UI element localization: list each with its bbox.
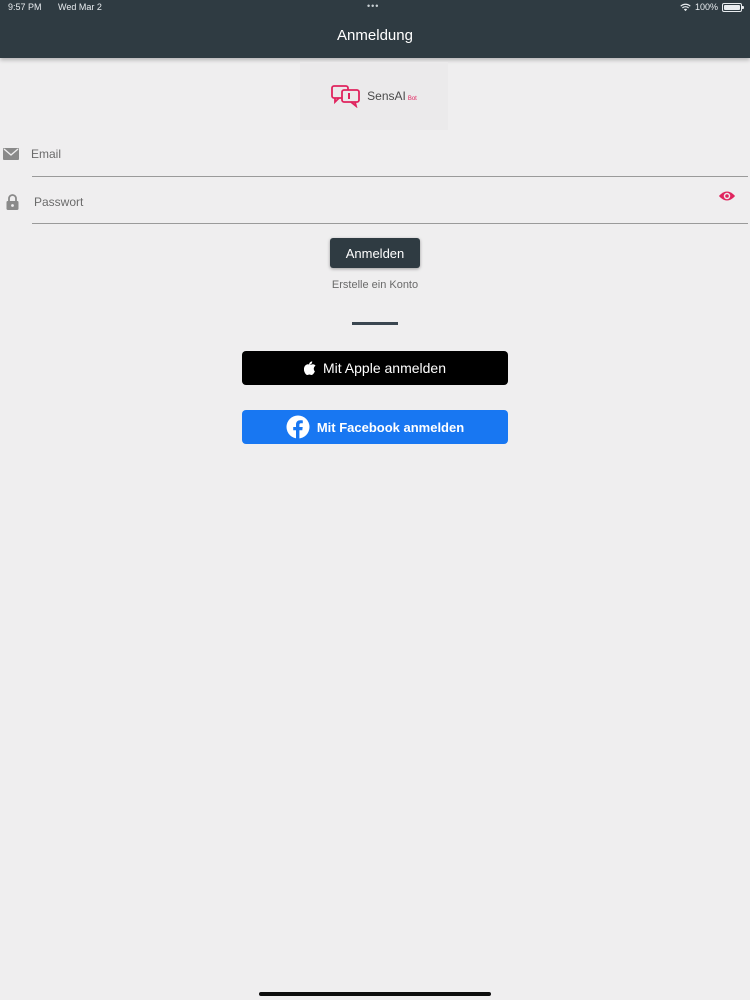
eye-icon[interactable] (718, 189, 736, 203)
logo-text: SensAI Bot (367, 89, 417, 103)
lock-icon (6, 194, 19, 210)
divider (352, 322, 398, 325)
email-underline (32, 176, 748, 177)
apple-signin-label: Mit Apple anmelden (323, 360, 446, 376)
password-underline (32, 223, 748, 224)
page-title: Anmeldung (337, 27, 413, 44)
password-label: Passwort (34, 195, 84, 209)
login-button[interactable]: Anmelden (330, 238, 420, 268)
battery-percent: 100% (694, 2, 718, 12)
battery-icon (722, 2, 744, 12)
app-logo: SensAI Bot (300, 62, 448, 130)
facebook-icon (286, 415, 310, 439)
apple-icon (304, 361, 316, 375)
create-account-link[interactable]: Erstelle ein Konto (0, 279, 750, 291)
chat-logo-icon (331, 85, 361, 108)
logo-suffix: Bot (407, 96, 417, 102)
status-time: 9:57 PM (8, 2, 42, 12)
email-field[interactable]: Email (0, 131, 750, 177)
wifi-icon (680, 3, 691, 11)
facebook-signin-button[interactable]: Mit Facebook anmelden (242, 410, 508, 444)
email-label: Email (31, 147, 62, 161)
app-header: 9:57 PM Wed Mar 2 ••• 100% Anmeldung (0, 0, 750, 58)
password-field[interactable]: Passwort (0, 178, 750, 224)
status-date: Wed Mar 2 (58, 2, 102, 12)
status-bar-left: 9:57 PM Wed Mar 2 (8, 2, 116, 12)
home-indicator[interactable] (259, 992, 491, 996)
mail-icon (3, 148, 19, 160)
status-bar-right: 100% (680, 2, 744, 12)
facebook-signin-label: Mit Facebook anmelden (316, 419, 465, 435)
multitasking-dots[interactable]: ••• (367, 1, 379, 11)
apple-signin-button[interactable]: Mit Apple anmelden (242, 351, 508, 385)
